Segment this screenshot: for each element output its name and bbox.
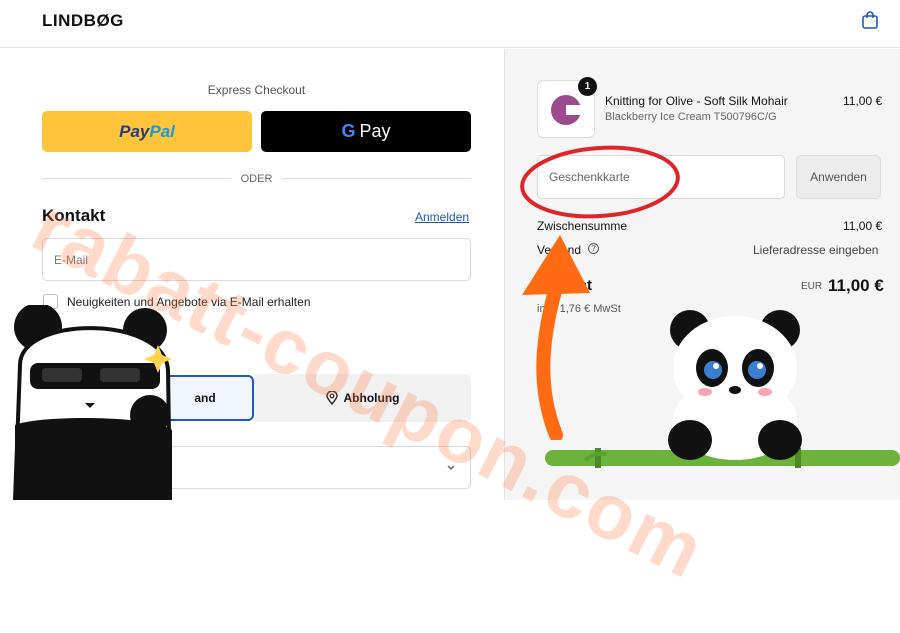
login-link[interactable]: Anmelden — [415, 210, 469, 224]
paypal-button[interactable]: Pay Pal — [42, 111, 252, 152]
tax-note: inkl. 1,76 € MwSt — [537, 303, 621, 315]
google-g-icon: G — [341, 121, 356, 141]
newsletter-label: Neuigkeiten und Angebote via E-Mail erha… — [67, 295, 311, 309]
total-value: 11,00 € — [828, 276, 884, 295]
shipping-label: Versand — [537, 243, 582, 257]
help-icon[interactable]: ? — [588, 243, 599, 254]
product-title: Knitting for Olive - Soft Silk Mohair — [605, 94, 788, 108]
order-summary: 1 Knitting for Olive - Soft Silk Mohair … — [504, 49, 900, 500]
google-pay-label: Pay — [359, 121, 391, 141]
location-pin-icon — [325, 391, 338, 405]
shipping-tab-label: and — [194, 391, 216, 405]
checkout-form: Express Checkout Pay Pal G Pay ODER Konta… — [0, 49, 504, 500]
country-select[interactable] — [120, 446, 471, 489]
gift-card-input[interactable]: Geschenkkarte — [537, 155, 785, 199]
paypal-text-2: Pal — [149, 121, 175, 141]
product-variant: Blackberry Ice Cream T500796C/G — [605, 111, 777, 123]
or-separator: ODER — [42, 173, 471, 185]
email-field[interactable]: E-Mail — [42, 238, 471, 281]
header: LINDBØG — [0, 0, 900, 48]
newsletter-checkbox[interactable] — [43, 294, 58, 309]
chevron-down-icon — [447, 465, 455, 470]
contact-heading: Kontakt — [42, 206, 106, 225]
or-label: ODER — [230, 173, 283, 185]
pickup-tab[interactable]: Abholung — [254, 374, 471, 422]
shopping-bag-icon[interactable] — [860, 10, 880, 30]
subtotal-value: 11,00 € — [843, 219, 883, 233]
pickup-tab-label: Abholung — [343, 391, 400, 405]
total-currency: EUR — [801, 281, 823, 292]
apply-button[interactable]: Anwenden — [796, 155, 881, 199]
total-label: Gesamt — [537, 277, 593, 294]
quantity-badge: 1 — [578, 77, 597, 96]
store-logo[interactable]: LINDBØG — [42, 11, 124, 31]
shipping-tab[interactable]: and — [120, 375, 254, 421]
subtotal-label: Zwischensumme — [537, 219, 628, 233]
product-price: 11,00 € — [843, 94, 883, 108]
express-checkout-label: Express Checkout — [207, 83, 306, 97]
shipping-value: Lieferadresse eingeben — [753, 243, 879, 257]
paypal-text-1: Pay — [119, 121, 150, 141]
google-pay-button[interactable]: G Pay — [261, 111, 471, 152]
